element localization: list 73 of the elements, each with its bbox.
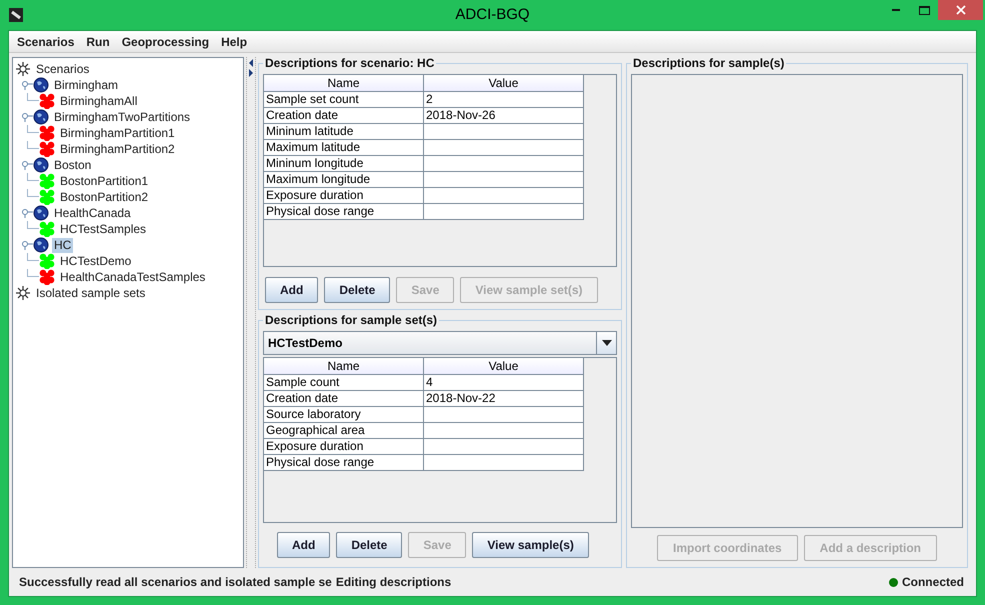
table-cell: Maximum latitude — [264, 140, 424, 156]
window-title: ADCI-BGQ — [455, 6, 530, 23]
status-message: Editing descriptions — [336, 575, 452, 589]
table-cell: Creation date — [264, 391, 424, 407]
globe-icon — [33, 237, 49, 253]
action-button[interactable]: View sample(s) — [472, 532, 589, 558]
table-cell: Mininum longitude — [264, 156, 424, 172]
expand-handle-icon[interactable] — [21, 160, 33, 170]
menu-item[interactable]: Help — [215, 34, 254, 48]
status-message: Successfully read all scenarios and isolated sample se — [19, 575, 332, 589]
table-cell: Exposure duration — [264, 188, 424, 204]
globe-icon — [33, 109, 49, 125]
panel-title: Descriptions for sample(s) — [631, 56, 786, 70]
collapse-right-icon[interactable] — [248, 69, 254, 77]
table-cell: 2018-Nov-22 — [424, 391, 584, 407]
table-cell: Physical dose range — [264, 455, 424, 471]
action-button[interactable]: Add — [265, 277, 318, 303]
table-cell: Source laboratory — [264, 407, 424, 423]
minimize-icon — [892, 9, 900, 11]
expand-handle-icon[interactable] — [21, 208, 33, 218]
sample-set-dropdown[interactable]: HCTestDemo — [263, 331, 617, 355]
app-icon — [9, 8, 23, 22]
action-button[interactable]: Add — [277, 532, 330, 558]
tree-item[interactable]: Isolated sample sets — [34, 286, 148, 300]
tree-item[interactable]: Birmingham — [52, 78, 120, 92]
globe-icon — [33, 77, 49, 93]
table-cell: 2018-Nov-26 — [424, 108, 584, 124]
menu-item[interactable]: Geoprocessing — [116, 34, 216, 48]
collapse-left-icon[interactable] — [248, 59, 254, 67]
tree-item[interactable]: BostonPartition1 — [58, 174, 150, 188]
tree-item[interactable]: BirminghamAll — [58, 94, 140, 108]
column-header[interactable]: Name — [264, 75, 424, 92]
tree-item[interactable]: BostonPartition2 — [58, 190, 150, 204]
tree-item[interactable]: HCTestSamples — [58, 222, 148, 236]
panel-title: Descriptions for sample set(s) — [263, 313, 440, 327]
tree-item[interactable]: HC — [52, 238, 74, 252]
expand-handle-icon[interactable] — [21, 80, 33, 90]
tree-item[interactable]: HealthCanadaTestSamples — [58, 270, 208, 284]
column-header[interactable]: Name — [264, 358, 424, 375]
expand-handle-icon[interactable] — [21, 112, 33, 122]
panel-title: Descriptions for scenario: HC — [263, 56, 436, 70]
globe-icon — [33, 205, 49, 221]
table-cell: Mininum latitude — [264, 124, 424, 140]
tree-item[interactable]: Boston — [52, 158, 94, 172]
tree-item[interactable]: Scenarios — [34, 62, 92, 76]
table-cell: Geographical area — [264, 423, 424, 439]
table-cell: Exposure duration — [264, 439, 424, 455]
table-cell: Sample count — [264, 375, 424, 391]
tree-item[interactable]: BirminghamPartition1 — [58, 126, 177, 140]
close-button[interactable] — [938, 0, 983, 20]
maximize-icon — [918, 6, 930, 14]
column-header[interactable]: Value — [424, 358, 584, 375]
table-cell: Maximum longitude — [264, 172, 424, 188]
snowflake-icon — [15, 61, 31, 77]
menu-item[interactable]: Scenarios — [11, 34, 80, 48]
globe-icon — [33, 157, 49, 173]
close-icon — [956, 5, 966, 15]
action-button[interactable]: Delete — [336, 532, 402, 558]
table-cell: Physical dose range — [264, 204, 424, 220]
menu-item[interactable]: Run — [80, 34, 116, 48]
table-cell: Sample set count — [264, 92, 424, 108]
table-cell: 2 — [424, 92, 584, 108]
snowflake-icon — [15, 285, 31, 301]
tree-item[interactable]: HealthCanada — [52, 206, 133, 220]
table-cell: Creation date — [264, 108, 424, 124]
expand-handle-icon[interactable] — [21, 240, 33, 250]
column-header[interactable]: Value — [424, 75, 584, 92]
action-button[interactable]: Delete — [324, 277, 390, 303]
tree-item[interactable]: HCTestDemo — [58, 254, 134, 268]
tree-item[interactable]: BirminghamTwoPartitions — [52, 110, 192, 124]
connection-status: Connected — [902, 575, 964, 589]
tree-item[interactable]: BirminghamPartition2 — [58, 142, 177, 156]
table-cell: 4 — [424, 375, 584, 391]
